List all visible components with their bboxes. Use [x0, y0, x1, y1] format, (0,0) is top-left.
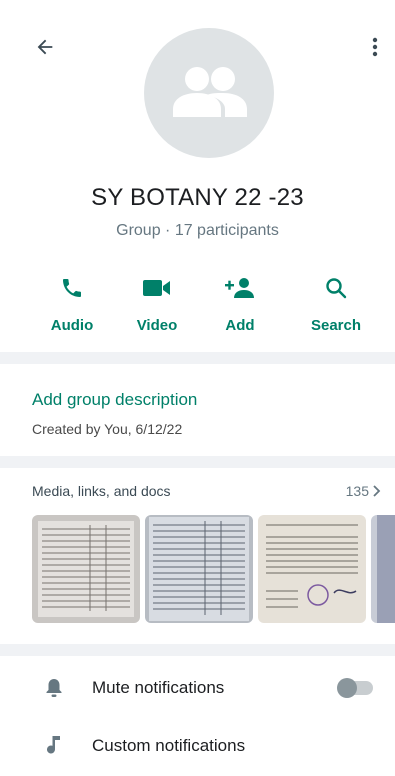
- search-icon: [326, 278, 347, 299]
- add-participant-button[interactable]: Add: [208, 272, 272, 334]
- media-count-link[interactable]: 135: [346, 483, 383, 499]
- media-links-docs-title[interactable]: Media, links, and docs: [32, 483, 171, 499]
- media-thumbnail[interactable]: [145, 515, 253, 623]
- document-photo-icon: [371, 515, 395, 623]
- chevron-right-icon: [373, 485, 381, 497]
- media-count: 135: [345, 483, 369, 499]
- mute-notifications-row[interactable]: Mute notifications: [0, 660, 395, 716]
- search-label: Search: [310, 317, 362, 334]
- mute-toggle[interactable]: [337, 678, 373, 698]
- section-divider: [0, 456, 395, 468]
- add-person-icon: [225, 278, 254, 298]
- audio-call-button[interactable]: Audio: [40, 272, 104, 334]
- add-label: Add: [225, 317, 255, 334]
- back-button[interactable]: [30, 32, 60, 62]
- audio-label: Audio: [50, 317, 94, 334]
- created-by-text: Created by You, 6/12/22: [32, 421, 183, 437]
- group-people-icon: [173, 67, 247, 117]
- action-buttons: Audio Video Add Search: [40, 272, 395, 342]
- toggle-knob: [337, 678, 357, 698]
- document-photo-icon: [258, 515, 366, 623]
- more-vert-icon: [372, 37, 378, 57]
- media-thumbnail[interactable]: [258, 515, 366, 623]
- group-name[interactable]: SY BOTANY 22 -23: [0, 184, 395, 212]
- section-divider: [0, 352, 395, 364]
- section-divider: [0, 644, 395, 656]
- video-label: Video: [136, 317, 178, 334]
- search-button[interactable]: Search: [304, 272, 368, 334]
- mute-notifications-label: Mute notifications: [92, 678, 225, 697]
- notification-settings: Mute notifications Custom notifications: [0, 656, 395, 776]
- document-photo-icon: [32, 515, 140, 623]
- bell-icon: [46, 679, 62, 697]
- music-note-icon: [47, 736, 60, 754]
- media-section: Media, links, and docs 135: [0, 468, 395, 644]
- media-thumbnail[interactable]: [32, 515, 140, 623]
- custom-notifications-label: Custom notifications: [92, 736, 246, 755]
- media-thumbnail[interactable]: [371, 515, 395, 623]
- video-camera-icon: [143, 280, 170, 296]
- group-subtitle: Group · 17 participants: [116, 222, 279, 239]
- media-thumbnails: [32, 515, 395, 623]
- add-group-description-link[interactable]: Add group description: [32, 390, 197, 410]
- group-info-header: SY BOTANY 22 -23 Group · 17 participants…: [0, 0, 395, 352]
- document-photo-icon: [145, 515, 253, 623]
- arrow-back-icon: [37, 39, 53, 55]
- group-avatar[interactable]: [144, 28, 274, 158]
- custom-notifications-row[interactable]: Custom notifications: [0, 718, 395, 774]
- video-call-button[interactable]: Video: [125, 272, 189, 334]
- phone-icon: [63, 279, 81, 297]
- description-section: Add group description Created by You, 6/…: [0, 364, 395, 456]
- more-options-button[interactable]: [363, 32, 387, 62]
